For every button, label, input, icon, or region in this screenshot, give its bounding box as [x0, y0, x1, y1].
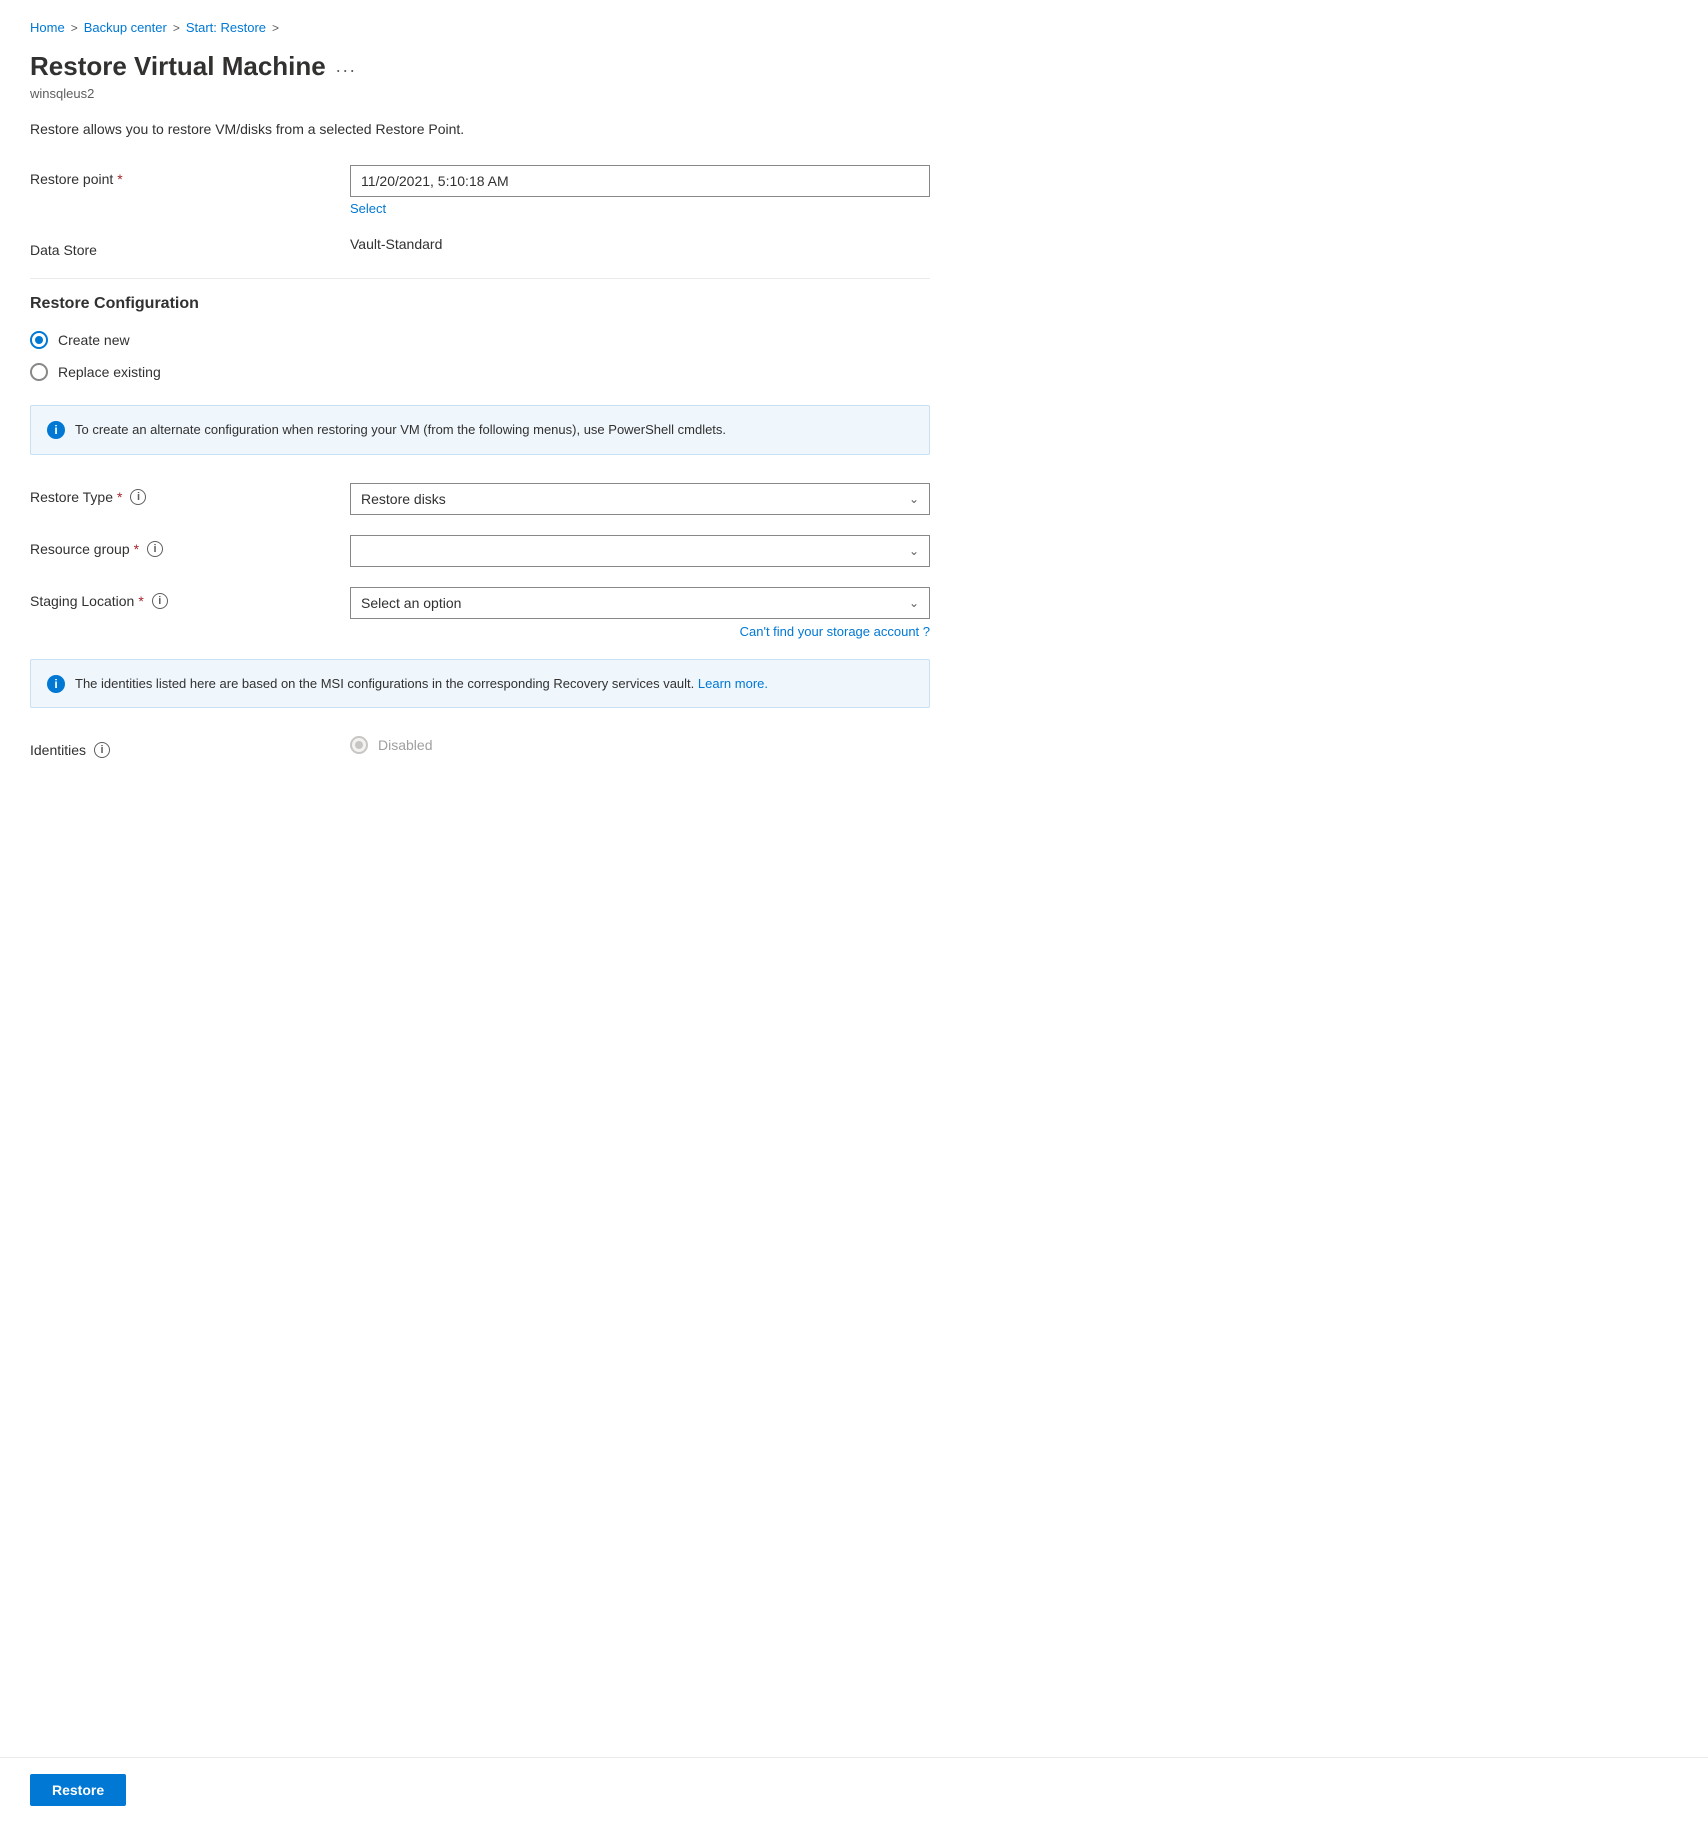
radio-create-new-inner: [35, 336, 43, 344]
resource-group-control: ⌄: [350, 535, 930, 567]
page-title: Restore Virtual Machine: [30, 51, 326, 82]
identities-radio-inner: [355, 741, 363, 749]
restore-type-select[interactable]: Restore disks ⌄: [350, 483, 930, 515]
cant-find-storage-link[interactable]: Can't find your storage account ?: [350, 624, 930, 639]
staging-location-value: Select an option: [361, 595, 461, 611]
restore-type-row: Restore Type * i Restore disks ⌄: [30, 483, 930, 515]
page-header: Restore Virtual Machine ...: [30, 51, 930, 82]
identities-tooltip[interactable]: i: [94, 742, 110, 758]
radio-create-new-label: Create new: [58, 332, 130, 348]
breadcrumb-home[interactable]: Home: [30, 20, 65, 35]
restore-type-required: *: [117, 489, 122, 505]
page-subtitle: winsqleus2: [30, 86, 930, 101]
restore-point-control: Select: [350, 165, 930, 216]
radio-create-new-circle: [30, 331, 48, 349]
restore-point-select-link[interactable]: Select: [350, 201, 386, 216]
data-store-row: Data Store Vault-Standard: [30, 236, 930, 258]
radio-create-new[interactable]: Create new: [30, 331, 930, 349]
staging-location-chevron: ⌄: [909, 596, 919, 610]
restore-type-tooltip[interactable]: i: [130, 489, 146, 505]
radio-replace-existing-label: Replace existing: [58, 364, 161, 380]
radio-replace-existing[interactable]: Replace existing: [30, 363, 930, 381]
powershell-info-box: i To create an alternate configuration w…: [30, 405, 930, 455]
more-options-icon[interactable]: ...: [336, 56, 357, 77]
restore-button[interactable]: Restore: [30, 1774, 126, 1806]
restore-type-chevron: ⌄: [909, 492, 919, 506]
staging-location-label: Staging Location * i: [30, 587, 350, 609]
breadcrumb: Home > Backup center > Start: Restore >: [30, 20, 930, 35]
restore-config-title: Restore Configuration: [30, 295, 930, 313]
staging-location-select[interactable]: Select an option ⌄: [350, 587, 930, 619]
restore-type-label: Restore Type * i: [30, 483, 350, 505]
staging-location-tooltip[interactable]: i: [152, 593, 168, 609]
identities-info-box: i The identities listed here are based o…: [30, 659, 930, 709]
breadcrumb-sep-2: >: [173, 21, 180, 35]
powershell-info-text: To create an alternate configuration whe…: [75, 420, 726, 440]
restore-point-input[interactable]: [350, 165, 930, 197]
divider-1: [30, 278, 930, 279]
resource-group-select[interactable]: ⌄: [350, 535, 930, 567]
restore-point-row: Restore point * Select: [30, 165, 930, 216]
resource-group-required: *: [134, 541, 139, 557]
staging-location-control: Select an option ⌄ Can't find your stora…: [350, 587, 930, 639]
resource-group-tooltip[interactable]: i: [147, 541, 163, 557]
restore-type-control: Restore disks ⌄: [350, 483, 930, 515]
data-store-label: Data Store: [30, 236, 350, 258]
staging-location-row: Staging Location * i Select an option ⌄ …: [30, 587, 930, 639]
restore-point-label: Restore point *: [30, 165, 350, 187]
breadcrumb-backup-center[interactable]: Backup center: [84, 20, 167, 35]
identities-row: Identities i Disabled: [30, 736, 930, 758]
resource-group-row: Resource group * i ⌄: [30, 535, 930, 567]
data-store-value: Vault-Standard: [350, 230, 442, 252]
identities-info-text: The identities listed here are based on …: [75, 674, 768, 694]
restore-type-value: Restore disks: [361, 491, 446, 507]
radio-replace-existing-circle: [30, 363, 48, 381]
resource-group-label: Resource group * i: [30, 535, 350, 557]
page-description: Restore allows you to restore VM/disks f…: [30, 121, 930, 137]
breadcrumb-start-restore: Start: Restore: [186, 20, 266, 35]
staging-location-required: *: [138, 593, 143, 609]
restore-point-required: *: [117, 171, 122, 187]
resource-group-chevron: ⌄: [909, 544, 919, 558]
info-icon-identities: i: [47, 675, 65, 693]
identities-label: Identities i: [30, 736, 350, 758]
restore-config-radio-group: Create new Replace existing: [30, 331, 930, 381]
identities-learn-more-link[interactable]: Learn more.: [698, 676, 768, 691]
breadcrumb-sep-1: >: [71, 21, 78, 35]
identities-radio-circle: [350, 736, 368, 754]
data-store-control: Vault-Standard: [350, 236, 930, 252]
info-icon-powershell: i: [47, 421, 65, 439]
footer: Restore: [0, 1757, 1708, 1822]
identities-disabled-label: Disabled: [378, 737, 432, 753]
breadcrumb-sep-3: >: [272, 21, 279, 35]
identities-disabled-radio: Disabled: [350, 736, 432, 754]
